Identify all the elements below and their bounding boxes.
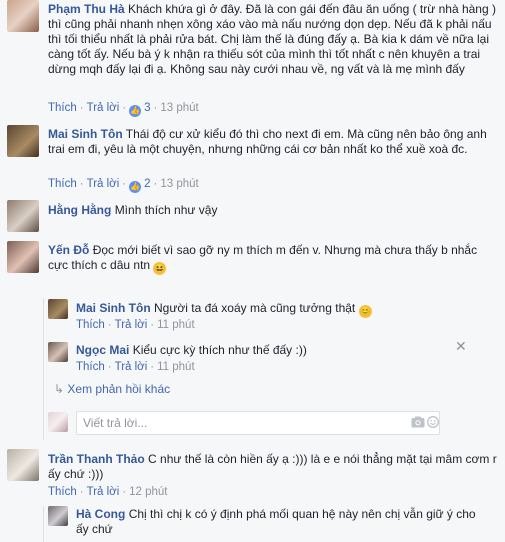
timestamp[interactable]: 11 phút xyxy=(157,319,195,331)
avatar xyxy=(48,412,68,432)
comments-panel: Phạm Thu Hà Khách khứa gì ở đây. Đã là c… xyxy=(0,0,505,542)
avatar[interactable] xyxy=(7,200,39,232)
reply-text: Kiểu cực kỳ thích như thế đấy :)) xyxy=(132,343,307,357)
comment-body: Phạm Thu Hà Khách khứa gì ở đây. Đã là c… xyxy=(48,2,498,77)
reply-thread-line xyxy=(43,298,44,440)
reply-meta: Thích · Trả lời · 11 phút xyxy=(76,361,195,373)
comment-meta: Thích · Trả lời · 👍 3 · 13 phút xyxy=(48,102,199,117)
like-icon: 👍 xyxy=(129,105,142,117)
avatar[interactable] xyxy=(7,449,39,481)
timestamp[interactable]: 13 phút xyxy=(160,178,198,190)
reply-link[interactable]: Trả lời xyxy=(87,178,120,190)
comment-meta: Thích · Trả lời · 12 phút xyxy=(48,486,168,498)
like-count[interactable]: 3 xyxy=(144,102,150,114)
smile-emoji-icon: 😊 xyxy=(358,305,372,318)
commenter-name[interactable]: Mai Sinh Tôn xyxy=(76,301,151,315)
comment-text: Đọc mới biết vì sao gỡ ny m thích m đến … xyxy=(48,243,478,272)
reply-link[interactable]: Trả lời xyxy=(115,361,148,373)
comment-body: Yến Đỗ Đọc mới biết vì sao gỡ ny m thích… xyxy=(48,243,488,275)
like-count[interactable]: 2 xyxy=(144,178,150,190)
avatar[interactable] xyxy=(7,0,39,32)
close-icon[interactable]: ✕ xyxy=(455,338,467,355)
avatar[interactable] xyxy=(48,299,68,319)
commenter-name[interactable]: Hà Cong xyxy=(76,507,125,521)
reply-text: Chị thì chị k có ý định phá mối quan hệ … xyxy=(76,507,476,536)
like-link[interactable]: Thích xyxy=(76,361,105,373)
emoji-icon[interactable] xyxy=(426,416,440,428)
like-link[interactable]: Thích xyxy=(76,319,105,331)
reply-input-placeholder: Viết trả lời... xyxy=(83,416,148,430)
comment-meta: Thích · Trả lời · 👍 2 · 13 phút xyxy=(48,178,199,193)
commenter-name[interactable]: Phạm Thu Hà xyxy=(48,2,125,16)
reply-link[interactable]: Trả lời xyxy=(87,486,120,498)
reply-link[interactable]: Trả lời xyxy=(87,102,120,114)
timestamp[interactable]: 11 phút xyxy=(157,361,195,373)
reply-body: Ngọc Mai Kiểu cực kỳ thích như thế đấy :… xyxy=(76,343,456,358)
like-link[interactable]: Thích xyxy=(48,102,77,114)
reply-body: Mai Sinh Tôn Người ta đá xoáy mà cũng tư… xyxy=(76,301,486,318)
reply-link[interactable]: Trả lời xyxy=(115,319,148,331)
reply-input[interactable]: Viết trả lời... xyxy=(76,411,440,435)
avatar[interactable] xyxy=(48,506,68,526)
like-link[interactable]: Thích xyxy=(48,486,77,498)
reply-arrow-icon: ↳ xyxy=(54,382,65,396)
commenter-name[interactable]: Mai Sinh Tôn xyxy=(48,127,123,141)
comment-body: Trần Thanh Thảo C như thế là còn hiền ấy… xyxy=(48,452,498,482)
comment-text: Mình thích như vậy xyxy=(114,203,218,217)
reply-text: Người ta đá xoáy mà cũng tưởng thật xyxy=(154,301,356,315)
timestamp[interactable]: 13 phút xyxy=(160,102,198,114)
like-link[interactable]: Thích xyxy=(48,178,77,190)
commenter-name[interactable]: Yến Đỗ xyxy=(48,243,89,257)
avatar[interactable] xyxy=(7,125,39,157)
comment-body: Hằng Hằng Mình thích như vậy xyxy=(48,203,498,218)
commenter-name[interactable]: Hằng Hằng xyxy=(48,203,111,217)
timestamp[interactable]: 12 phút xyxy=(129,486,167,498)
avatar[interactable] xyxy=(7,241,39,273)
commenter-name[interactable]: Ngọc Mai xyxy=(76,343,129,357)
camera-icon[interactable] xyxy=(411,416,425,428)
laughing-emoji-icon: 😆 xyxy=(153,262,167,275)
more-replies-label[interactable]: Xem phản hồi khác xyxy=(67,382,170,396)
reply-body: Hà Cong Chị thì chị k có ý định phá mối … xyxy=(76,507,476,537)
like-icon: 👍 xyxy=(129,181,142,193)
commenter-name[interactable]: Trần Thanh Thảo xyxy=(48,452,145,466)
more-replies-link[interactable]: ↳ Xem phản hồi khác xyxy=(54,382,170,396)
reply-meta: Thích · Trả lời · 11 phút xyxy=(76,319,195,331)
avatar[interactable] xyxy=(48,342,68,362)
comment-body: Mai Sinh Tôn Thái độ cư xử kiểu đó thì c… xyxy=(48,127,498,157)
reply-thread-line xyxy=(43,506,44,542)
